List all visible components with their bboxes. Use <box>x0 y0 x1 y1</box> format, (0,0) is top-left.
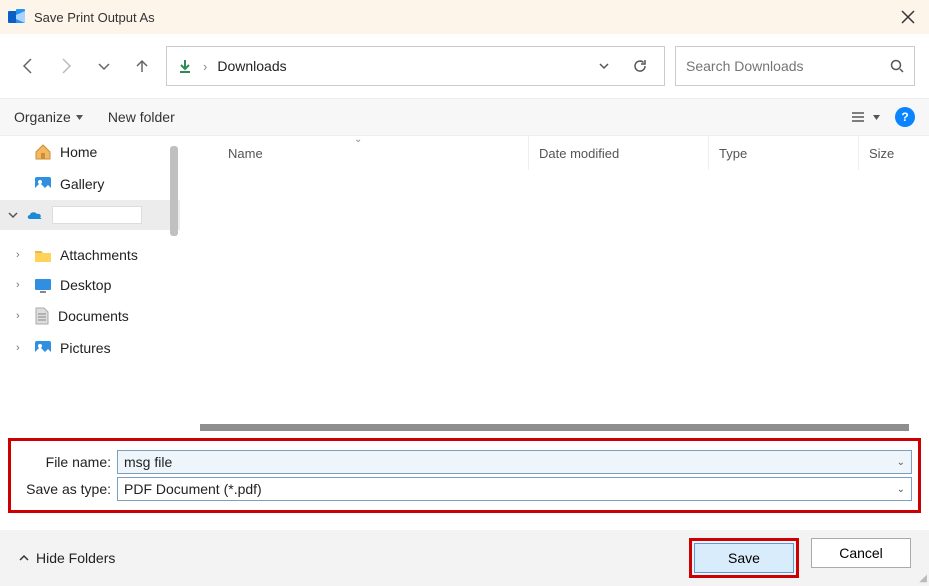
filename-value: msg file <box>124 454 897 470</box>
window-title: Save Print Output As <box>34 10 155 25</box>
close-icon[interactable] <box>895 10 921 24</box>
pictures-icon <box>34 339 52 357</box>
file-form-area: File name: msg file ⌄ Save as type: PDF … <box>0 432 929 521</box>
sidebar-item-label: Gallery <box>60 176 104 192</box>
titlebar: Save Print Output As <box>0 0 929 34</box>
new-folder-button[interactable]: New folder <box>108 109 175 125</box>
column-header-date[interactable]: Date modified <box>529 136 709 170</box>
navigation-pane: Home Gallery › Attachments › Desktop › D… <box>0 136 180 432</box>
column-header-name[interactable]: ⌄ Name <box>180 136 529 170</box>
save-button[interactable]: Save <box>694 543 794 573</box>
sidebar-item-onedrive[interactable] <box>0 200 180 230</box>
file-list[interactable] <box>180 170 929 422</box>
chevron-right-icon: › <box>16 279 26 291</box>
breadcrumb-location[interactable]: Downloads <box>217 58 286 74</box>
address-dropdown-icon[interactable] <box>592 60 616 72</box>
sidebar-item-label: Home <box>60 144 97 160</box>
address-bar[interactable]: › Downloads <box>166 46 665 86</box>
downloads-icon <box>177 58 193 74</box>
filename-label: File name: <box>17 454 111 470</box>
desktop-icon <box>34 278 52 293</box>
cancel-button[interactable]: Cancel <box>811 538 911 568</box>
chevron-down-icon <box>8 210 18 220</box>
outlook-icon <box>8 8 26 26</box>
footer: Hide Folders Save Cancel ◢ <box>0 530 929 586</box>
chevron-down-icon[interactable]: ⌄ <box>897 457 905 468</box>
highlight-box: File name: msg file ⌄ Save as type: PDF … <box>8 438 921 513</box>
recent-locations-button[interactable] <box>90 52 118 80</box>
back-button[interactable] <box>14 52 42 80</box>
refresh-icon[interactable] <box>626 58 654 74</box>
chevron-right-icon: › <box>16 310 26 322</box>
filename-input[interactable]: msg file ⌄ <box>117 450 912 474</box>
sidebar-item-pictures[interactable]: › Pictures <box>0 332 180 364</box>
chevron-right-icon: › <box>16 342 26 354</box>
chevron-right-icon: › <box>16 249 26 261</box>
sidebar-item-desktop[interactable]: › Desktop <box>0 270 180 300</box>
sidebar-item-attachments[interactable]: › Attachments <box>0 240 180 270</box>
column-header-size[interactable]: Size <box>859 136 929 170</box>
sidebar-item-label: Desktop <box>60 277 111 293</box>
search-input[interactable] <box>686 58 890 74</box>
onedrive-label-box <box>52 206 142 224</box>
horizontal-scrollbar[interactable] <box>180 422 929 432</box>
column-headers: ⌄ Name Date modified Type Size <box>180 136 929 170</box>
gallery-icon <box>34 175 52 193</box>
search-icon[interactable] <box>890 59 904 73</box>
save-highlight: Save <box>689 538 799 578</box>
sidebar-scrollbar[interactable] <box>170 146 178 236</box>
sort-indicator-icon: ⌄ <box>354 134 362 145</box>
chevron-down-icon[interactable]: ⌄ <box>897 484 905 495</box>
file-list-area: ⌄ Name Date modified Type Size <box>180 136 929 432</box>
navigation-row: › Downloads <box>0 34 929 98</box>
chevron-up-icon <box>18 552 30 564</box>
home-icon <box>34 143 52 161</box>
view-options-button[interactable] <box>850 109 881 125</box>
help-icon[interactable]: ? <box>895 107 915 127</box>
organize-button[interactable]: Organize <box>14 109 84 125</box>
sidebar-item-home[interactable]: Home <box>0 136 180 168</box>
resize-grip-icon[interactable]: ◢ <box>919 573 927 584</box>
column-header-type[interactable]: Type <box>709 136 859 170</box>
toolbar: Organize New folder ? <box>0 98 929 136</box>
document-icon <box>34 307 50 325</box>
breadcrumb-separator-icon: › <box>203 59 207 74</box>
up-button[interactable] <box>128 52 156 80</box>
folder-icon <box>34 248 52 263</box>
sidebar-item-label: Attachments <box>60 247 138 263</box>
sidebar-item-gallery[interactable]: Gallery <box>0 168 180 200</box>
sidebar-item-documents[interactable]: › Documents <box>0 300 180 332</box>
forward-button[interactable] <box>52 52 80 80</box>
savetype-value: PDF Document (*.pdf) <box>124 481 897 497</box>
cloud-icon <box>26 209 44 221</box>
sidebar-item-label: Pictures <box>60 340 111 356</box>
search-box[interactable] <box>675 46 915 86</box>
savetype-label: Save as type: <box>17 481 111 497</box>
sidebar-item-label: Documents <box>58 308 129 324</box>
hide-folders-button[interactable]: Hide Folders <box>18 550 115 566</box>
savetype-select[interactable]: PDF Document (*.pdf) ⌄ <box>117 477 912 501</box>
main-area: Home Gallery › Attachments › Desktop › D… <box>0 136 929 432</box>
